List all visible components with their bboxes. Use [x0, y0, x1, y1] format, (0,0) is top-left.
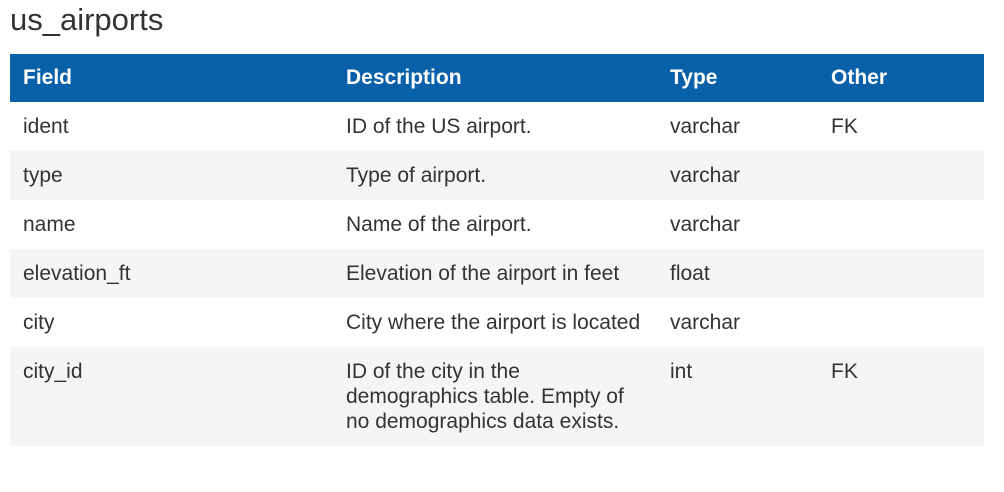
cell-field: city	[23, 311, 55, 334]
cell-description: Name of the airport.	[346, 213, 532, 236]
table-row: city City where the airport is located v…	[10, 298, 984, 347]
cell-field: name	[23, 213, 76, 236]
table-body: ident ID of the US airport. varchar FK t…	[10, 102, 984, 446]
table-row: ident ID of the US airport. varchar FK	[10, 102, 984, 151]
cell-field: elevation_ft	[23, 262, 131, 285]
cell-other	[818, 200, 984, 249]
cell-description: Elevation of the airport in feet	[346, 262, 620, 285]
cell-description: Type of airport.	[346, 164, 487, 187]
cell-other	[818, 249, 984, 298]
cell-description: ID of the US airport.	[346, 115, 532, 138]
cell-description: ID of the city in the demographics table…	[346, 360, 624, 433]
header-row: Field Description Type Other	[10, 54, 984, 102]
cell-type: varchar	[670, 213, 741, 236]
cell-description: City where the airport is located	[346, 311, 641, 334]
table-row: name Name of the airport. varchar	[10, 200, 984, 249]
cell-type: int	[670, 360, 693, 383]
header-field: Field	[23, 66, 73, 89]
cell-field: type	[23, 164, 63, 187]
header-other: Other	[831, 66, 888, 89]
header-description: Description	[346, 66, 462, 89]
table-row: elevation_ft Elevation of the airport in…	[10, 249, 984, 298]
cell-field: ident	[23, 115, 69, 138]
cell-type: varchar	[670, 115, 741, 138]
cell-other: FK	[831, 360, 858, 383]
cell-type: varchar	[670, 311, 741, 334]
cell-type: varchar	[670, 164, 741, 187]
schema-table: Field Description Type Other ident ID of…	[10, 54, 984, 446]
table-header: Field Description Type Other	[10, 54, 984, 102]
cell-other	[818, 298, 984, 347]
table-row: type Type of airport. varchar	[10, 151, 984, 200]
cell-other	[818, 151, 984, 200]
page-title: us_airports	[10, 2, 164, 37]
header-type: Type	[670, 66, 718, 89]
cell-type: float	[670, 262, 710, 285]
cell-other: FK	[831, 115, 858, 138]
table-row: city_id ID of the city in the demographi…	[10, 347, 984, 446]
cell-field: city_id	[23, 360, 83, 383]
